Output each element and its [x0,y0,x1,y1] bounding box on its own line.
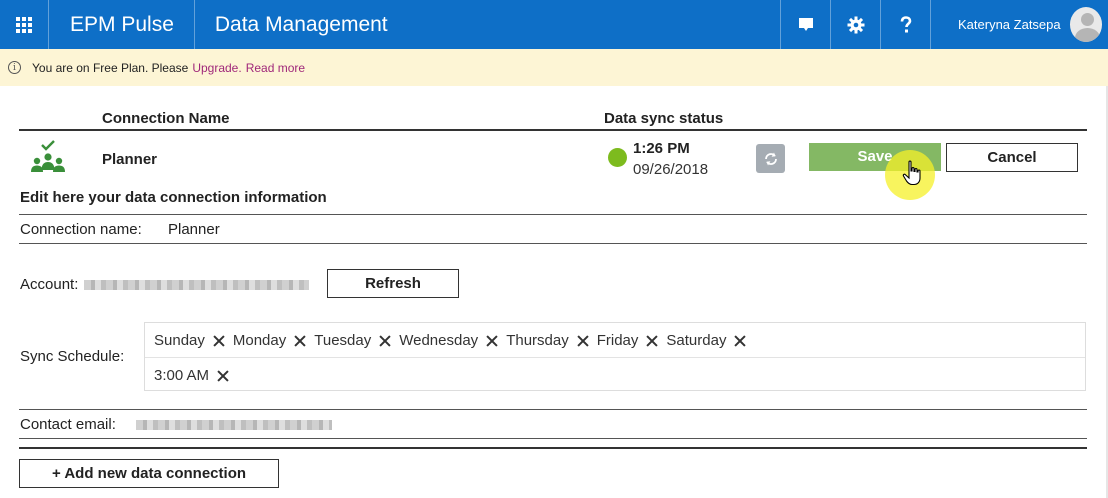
settings-button[interactable] [830,0,880,49]
sync-now-button[interactable] [756,144,785,173]
info-icon: i [8,61,21,74]
chip-time: 3:00 AM [154,367,229,384]
chip-thursday: Thursday [506,332,589,349]
divider [19,409,1087,410]
contact-email-redacted [136,420,332,430]
refresh-button[interactable]: Refresh [327,269,459,298]
upgrade-link[interactable]: Upgrade. [192,61,241,75]
day-chips: Sunday Monday Tuesday Wednesday Thursday… [154,332,754,349]
help-button[interactable] [880,0,930,49]
user-name: Kateryna Zatsepa [958,17,1061,32]
sync-status-indicator [608,148,627,167]
chip-tuesday: Tuesday [314,332,391,349]
sync-date: 09/26/2018 [633,161,709,178]
remove-chip-icon[interactable] [294,335,306,347]
divider [19,243,1087,244]
remove-chip-icon[interactable] [577,335,589,347]
remove-chip-icon[interactable] [646,335,658,347]
plan-banner: i You are on Free Plan. Please Upgrade. … [0,49,1108,86]
time-chips: 3:00 AM [154,367,237,384]
column-header-connection-name: Connection Name [102,110,230,127]
remove-chip-icon[interactable] [734,335,746,347]
chip-sunday: Sunday [154,332,225,349]
divider [19,214,1087,215]
sync-schedule-label: Sync Schedule: [20,348,125,365]
edit-section-title: Edit here your data connection informati… [20,189,327,206]
chip-saturday: Saturday [666,332,746,349]
section-end-divider [19,447,1087,449]
banner-text: You are on Free Plan. Please [32,60,189,75]
account-value-redacted [84,280,309,290]
cancel-button[interactable]: Cancel [946,143,1078,172]
connection-name-label: Connection name: [20,221,142,238]
hand-cursor-icon [902,160,921,186]
remove-chip-icon[interactable] [486,335,498,347]
chip-wednesday: Wednesday [399,332,498,349]
connection-name-field[interactable]: Planner [168,221,220,238]
refresh-icon [764,152,777,165]
sync-time: 1:26 PM [633,140,690,157]
app-launcher-button[interactable] [0,0,49,49]
divider [19,438,1087,439]
chip-monday: Monday [233,332,306,349]
app-name[interactable]: EPM Pulse [49,0,195,49]
contact-email-label: Contact email: [20,416,116,433]
chip-friday: Friday [597,332,659,349]
chat-button[interactable] [780,0,830,49]
remove-chip-icon[interactable] [217,370,229,382]
chat-icon [798,17,813,31]
help-icon [900,15,911,32]
user-menu[interactable]: Kateryna Zatsepa [930,0,1108,49]
account-label: Account: [20,276,79,293]
gear-icon [847,16,864,33]
connection-name[interactable]: Planner [102,151,157,168]
connection-group-check-icon [31,140,65,172]
header-divider [19,129,1087,131]
remove-chip-icon[interactable] [379,335,391,347]
avatar[interactable] [1069,7,1102,42]
waffle-icon [16,16,32,33]
top-bar: EPM Pulse Data Management Kateryna Zatse… [0,0,1108,49]
read-more-link[interactable]: Read more [246,61,305,75]
remove-chip-icon[interactable] [213,335,225,347]
page-title: Data Management [214,13,388,36]
add-data-connection-button[interactable]: + Add new data connection [19,459,279,488]
column-header-sync-status: Data sync status [604,110,724,127]
sync-schedule-field[interactable]: Sunday Monday Tuesday Wednesday Thursday… [144,322,1086,391]
